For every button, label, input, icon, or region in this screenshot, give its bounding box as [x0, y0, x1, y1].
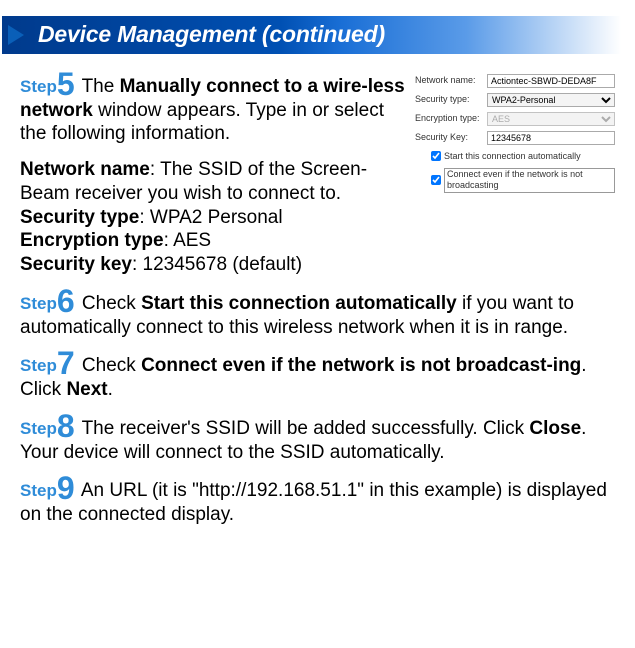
wifi-dialog-figure: Network name: Security type: WPA2-Person…: [415, 74, 615, 193]
step-7: Step7 Check Connect even if the network …: [20, 351, 615, 402]
figure-label: Security Key:: [415, 132, 487, 143]
figure-check1-label: Start this connection automatically: [444, 151, 581, 162]
step-label: Step: [20, 481, 57, 500]
section-header: Device Management (continued): [2, 16, 621, 54]
step-bold: Start this connection automatically: [141, 293, 457, 314]
param-label: Security key: [20, 254, 132, 275]
step-text: Check: [77, 293, 141, 314]
figure-label: Network name:: [415, 75, 487, 86]
figure-label: Security type:: [415, 94, 487, 105]
figure-check1-row: Start this connection automatically: [431, 151, 615, 162]
figure-row-network-name: Network name:: [415, 74, 615, 88]
step-text: .: [108, 379, 113, 400]
figure-row-encryption-type: Encryption type: AES: [415, 112, 615, 126]
step-6: Step6 Check Start this connection automa…: [20, 289, 615, 340]
content-area: Network name: Security type: WPA2-Person…: [0, 64, 635, 549]
param-text: : WPA2 Personal: [139, 207, 282, 228]
step-number: 7: [57, 345, 75, 381]
step-number: 8: [57, 408, 75, 444]
network-name-input[interactable]: [487, 74, 615, 88]
step-label: Step: [20, 77, 57, 96]
step-text: The: [77, 76, 120, 97]
step-label: Step: [20, 356, 57, 375]
step-text: An URL (it is "http://192.168.51.1" in t…: [20, 480, 607, 525]
auto-connect-checkbox[interactable]: [431, 151, 441, 161]
figure-row-security-key: Security Key:: [415, 131, 615, 145]
step-bold: Connect even if the network is not broad…: [141, 355, 581, 376]
step-text: Check: [77, 355, 141, 376]
header-triangle-icon: [8, 25, 24, 45]
security-key-input[interactable]: [487, 131, 615, 145]
encryption-type-select[interactable]: AES: [487, 112, 615, 126]
figure-row-security-type: Security type: WPA2-Personal: [415, 93, 615, 107]
param-text: : AES: [164, 230, 212, 251]
step-label: Step: [20, 294, 57, 313]
security-type-select[interactable]: WPA2-Personal: [487, 93, 615, 107]
step-number: 5: [57, 66, 75, 102]
step-9: Step9 An URL (it is "http://192.168.51.1…: [20, 476, 615, 527]
param-label: Security type: [20, 207, 139, 228]
step-bold: Close: [529, 418, 581, 439]
connect-nobroadcast-checkbox[interactable]: [431, 175, 441, 185]
param-label: Network name: [20, 159, 150, 180]
figure-check2-row: Connect even if the network is not broad…: [431, 168, 615, 193]
figure-check2-label: Connect even if the network is not broad…: [444, 168, 615, 193]
header-title: Device Management (continued): [38, 21, 385, 47]
step-number: 9: [57, 470, 75, 506]
figure-label: Encryption type:: [415, 113, 487, 124]
step-text: The receiver's SSID will be added succes…: [77, 418, 530, 439]
param-label: Encryption type: [20, 230, 164, 251]
step-label: Step: [20, 419, 57, 438]
step-bold: Next: [66, 379, 107, 400]
step-8: Step8 The receiver's SSID will be added …: [20, 414, 615, 465]
step-number: 6: [57, 283, 75, 319]
param-text: : 12345678 (default): [132, 254, 302, 275]
